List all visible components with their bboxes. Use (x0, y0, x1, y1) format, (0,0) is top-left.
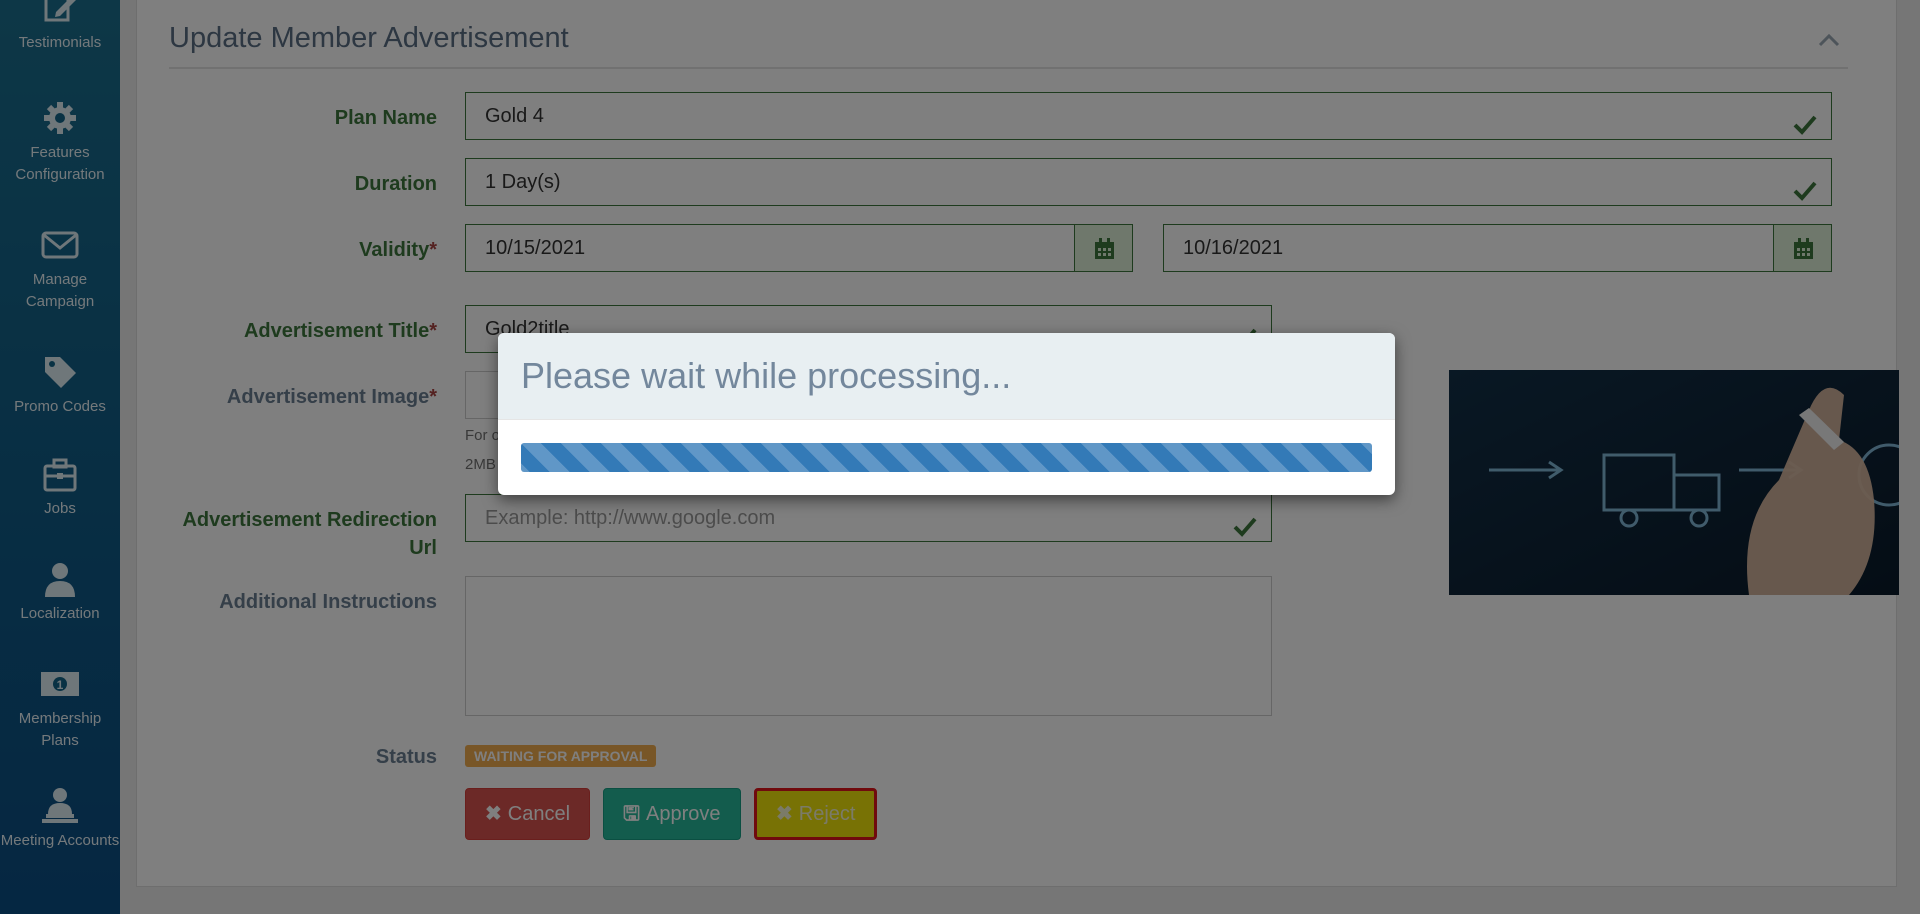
progress-bar (521, 443, 1372, 472)
modal-title: Please wait while processing... (498, 333, 1395, 420)
processing-modal: Please wait while processing... (498, 333, 1395, 495)
